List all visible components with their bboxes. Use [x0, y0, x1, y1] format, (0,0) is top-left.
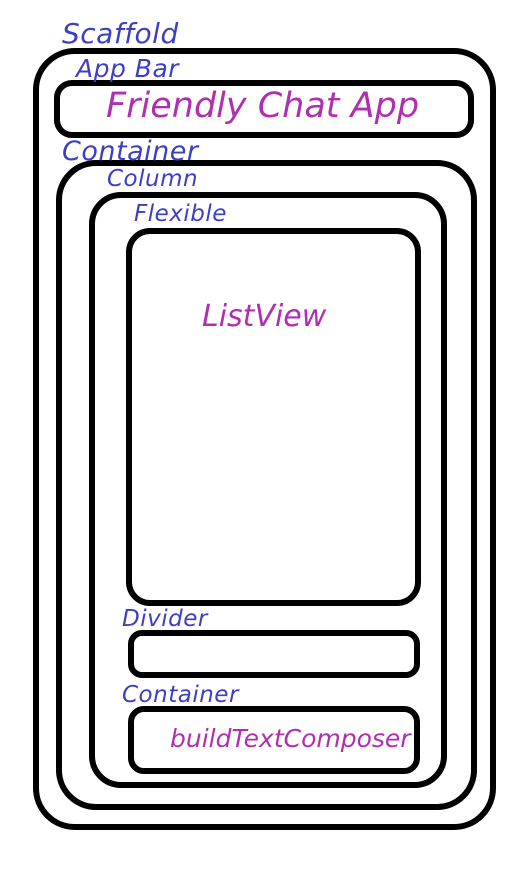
list-view-label: ListView — [202, 299, 327, 334]
app-bar-title: Friendly Chat App — [106, 86, 420, 126]
inner-container-label: Container — [122, 682, 239, 708]
text-composer-label: buildTextComposer — [170, 724, 411, 753]
outer-container-label: Container — [62, 136, 199, 167]
flexible-box — [126, 228, 421, 606]
app-bar-label: App Bar — [76, 54, 180, 83]
scaffold-label: Scaffold — [62, 17, 179, 50]
divider-label: Divider — [122, 606, 208, 632]
divider-box — [128, 630, 420, 678]
column-label: Column — [107, 166, 199, 192]
flexible-label: Flexible — [134, 201, 227, 227]
